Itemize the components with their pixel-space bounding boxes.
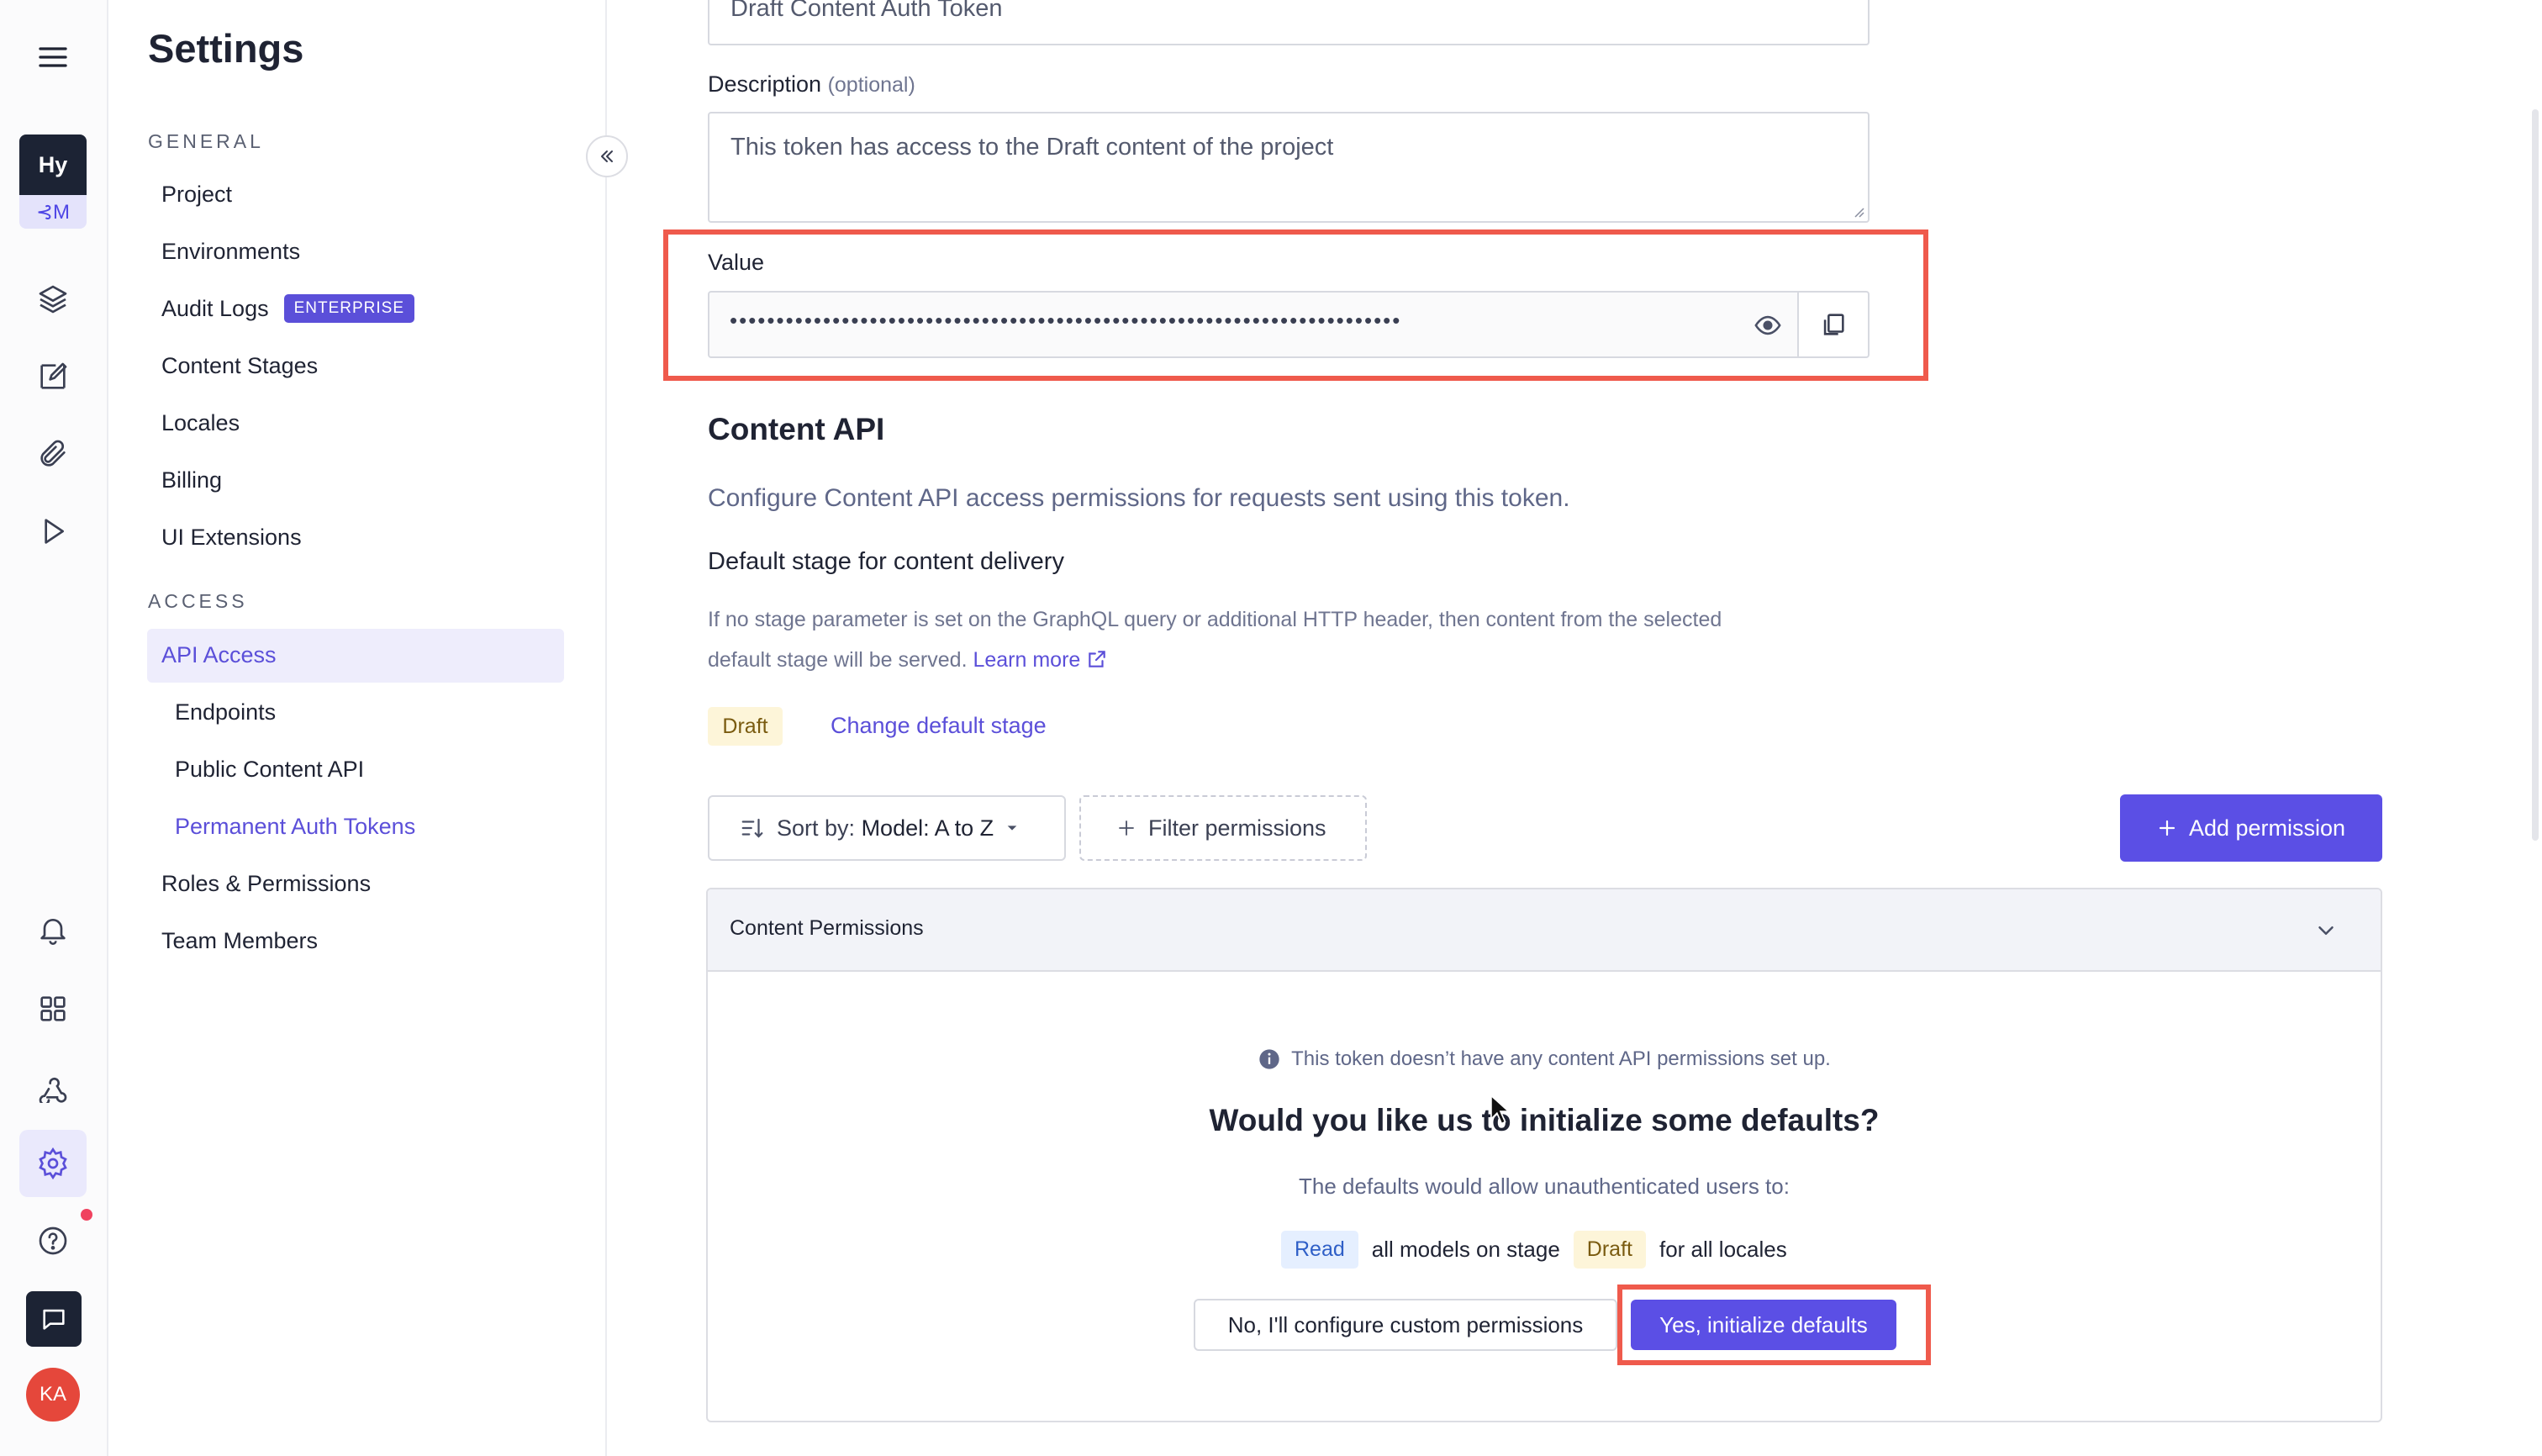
resize-handle-icon[interactable] bbox=[1851, 204, 1864, 218]
description-label: Description (optional) bbox=[708, 71, 915, 98]
scrollbar-thumb[interactable] bbox=[2532, 109, 2539, 841]
token-name-value: Draft Content Auth Token bbox=[730, 0, 1003, 22]
chevron-down-icon bbox=[1007, 826, 1017, 831]
play-icon[interactable] bbox=[19, 498, 87, 565]
change-default-stage-link[interactable]: Change default stage bbox=[831, 713, 1047, 739]
sidebar-item-api-access[interactable]: API Access bbox=[161, 642, 277, 668]
add-permission-label: Add permission bbox=[2188, 815, 2346, 841]
filter-label: Filter permissions bbox=[1148, 815, 1326, 841]
mouse-cursor-icon bbox=[1490, 1095, 1511, 1125]
menu-icon[interactable] bbox=[19, 24, 87, 91]
locales-text: for all locales bbox=[1659, 1236, 1787, 1262]
project-switcher[interactable]: Hy ⊰M bbox=[19, 135, 87, 229]
default-stage-desc-line-2: default stage will be served. Learn more bbox=[708, 640, 1885, 680]
webhooks-icon[interactable] bbox=[19, 1052, 87, 1120]
section-label-access: ACCESS bbox=[148, 590, 248, 612]
info-message: This token doesn’t have any content API … bbox=[706, 1047, 2382, 1071]
bell-icon[interactable] bbox=[19, 896, 87, 963]
learn-more-label: Learn more bbox=[973, 648, 1081, 672]
sidebar-item-billing[interactable]: Billing bbox=[161, 467, 222, 493]
eye-icon[interactable] bbox=[1754, 311, 1782, 340]
value-label: Value bbox=[708, 250, 765, 275]
content-api-heading: Content API bbox=[708, 412, 885, 446]
sidebar-item-environments[interactable]: Environments bbox=[161, 239, 300, 265]
sidebar-item-audit-logs[interactable]: Audit Logs ENTERPRISE bbox=[161, 294, 415, 323]
settings-sidebar: Settings GENERAL Project Environments Au… bbox=[108, 0, 607, 1456]
sidebar-item-team-members[interactable]: Team Members bbox=[161, 928, 318, 954]
sort-prefix: Sort by: bbox=[777, 815, 856, 841]
external-link-icon bbox=[1089, 651, 1106, 667]
yes-initialize-defaults-button[interactable]: Yes, initialize defaults bbox=[1631, 1300, 1896, 1350]
sidebar-item-project[interactable]: Project bbox=[161, 182, 232, 208]
plus-icon bbox=[1119, 820, 1134, 836]
sort-label: Sort by: Model: A to Z bbox=[777, 815, 994, 841]
edit-icon[interactable] bbox=[19, 343, 87, 410]
default-stage-description: If no stage parameter is set on the Grap… bbox=[708, 599, 1885, 680]
default-stage-heading: Default stage for content delivery bbox=[708, 548, 1064, 575]
sidebar-item-locales[interactable]: Locales bbox=[161, 410, 240, 436]
draft-chip: Draft bbox=[1573, 1230, 1646, 1269]
token-name-input[interactable]: Draft Content Auth Token bbox=[708, 0, 1870, 45]
description-value: This token has access to the Draft conte… bbox=[730, 134, 1334, 161]
token-value-masked: ••••••••••••••••••••••••••••••••••••••••… bbox=[730, 308, 1402, 333]
learn-more-link[interactable]: Learn more bbox=[973, 648, 1108, 672]
sidebar-item-public-content-api[interactable]: Public Content API bbox=[175, 757, 364, 783]
sort-dropdown[interactable]: Sort by: Model: A to Z bbox=[708, 795, 1066, 861]
sidebar-item-content-stages[interactable]: Content Stages bbox=[161, 353, 318, 379]
section-label-general: GENERAL bbox=[148, 130, 264, 152]
defaults-summary: Read all models on stage Draft for all l… bbox=[1281, 1229, 1787, 1269]
double-chevron-left-icon bbox=[601, 150, 613, 162]
notification-dot bbox=[81, 1209, 92, 1221]
layers-icon[interactable] bbox=[19, 266, 87, 333]
plus-icon bbox=[2159, 820, 2175, 836]
project-sub-label: ⊰M bbox=[19, 195, 87, 229]
read-chip: Read bbox=[1281, 1230, 1358, 1269]
settings-gear-icon[interactable] bbox=[19, 1130, 87, 1197]
sidebar-item-ui-extensions[interactable]: UI Extensions bbox=[161, 525, 302, 551]
description-label-text: Description bbox=[708, 71, 822, 97]
optional-hint: (optional) bbox=[827, 73, 915, 97]
apps-grid-icon[interactable] bbox=[19, 975, 87, 1042]
help-icon[interactable] bbox=[19, 1207, 87, 1274]
no-custom-permissions-button[interactable]: No, I'll configure custom permissions bbox=[1194, 1299, 1617, 1351]
icon-rail: Hy ⊰M KA bbox=[0, 0, 108, 1456]
content-api-subtitle: Configure Content API access permissions… bbox=[708, 484, 1570, 512]
description-textarea[interactable]: This token has access to the Draft conte… bbox=[708, 112, 1870, 223]
copy-button[interactable] bbox=[1797, 291, 1870, 358]
stage-chip-draft: Draft bbox=[708, 707, 783, 746]
chevron-down-icon[interactable] bbox=[2313, 918, 2339, 943]
copy-icon bbox=[1823, 314, 1844, 335]
enterprise-badge: ENTERPRISE bbox=[283, 294, 415, 323]
initialize-question: Would you like us to initialize some def… bbox=[1209, 1103, 1880, 1137]
project-initials: Hy bbox=[19, 135, 87, 195]
sidebar-item-label: Audit Logs bbox=[161, 295, 269, 321]
default-stage-desc-line-1: If no stage parameter is set on the Grap… bbox=[708, 608, 1722, 631]
sort-value: Model: A to Z bbox=[861, 815, 994, 841]
sidebar-item-endpoints[interactable]: Endpoints bbox=[175, 699, 276, 725]
attachment-icon[interactable] bbox=[19, 420, 87, 488]
collapse-sidebar-button[interactable] bbox=[586, 135, 628, 177]
sidebar-item-roles-permissions[interactable]: Roles & Permissions bbox=[161, 871, 371, 897]
info-text: This token doesn’t have any content API … bbox=[1291, 1047, 1831, 1070]
sort-icon bbox=[741, 818, 763, 838]
filter-permissions-button[interactable]: Filter permissions bbox=[1079, 795, 1367, 861]
sidebar-item-permanent-auth-tokens[interactable]: Permanent Auth Tokens bbox=[175, 814, 415, 840]
models-text: all models on stage bbox=[1371, 1236, 1560, 1262]
add-permission-button[interactable]: Add permission bbox=[2120, 794, 2382, 862]
panel-title: Content Permissions bbox=[730, 916, 924, 940]
default-stage-desc-text: default stage will be served. bbox=[708, 648, 968, 672]
defaults-intro: The defaults would allow unauthenticated… bbox=[1299, 1174, 1790, 1199]
token-value-field[interactable]: ••••••••••••••••••••••••••••••••••••••••… bbox=[708, 291, 1802, 358]
info-icon bbox=[1259, 1049, 1279, 1069]
chat-icon[interactable] bbox=[26, 1291, 82, 1347]
avatar[interactable]: KA bbox=[26, 1368, 80, 1422]
page-title: Settings bbox=[148, 26, 304, 71]
panel-header[interactable]: Content Permissions bbox=[708, 889, 2381, 972]
